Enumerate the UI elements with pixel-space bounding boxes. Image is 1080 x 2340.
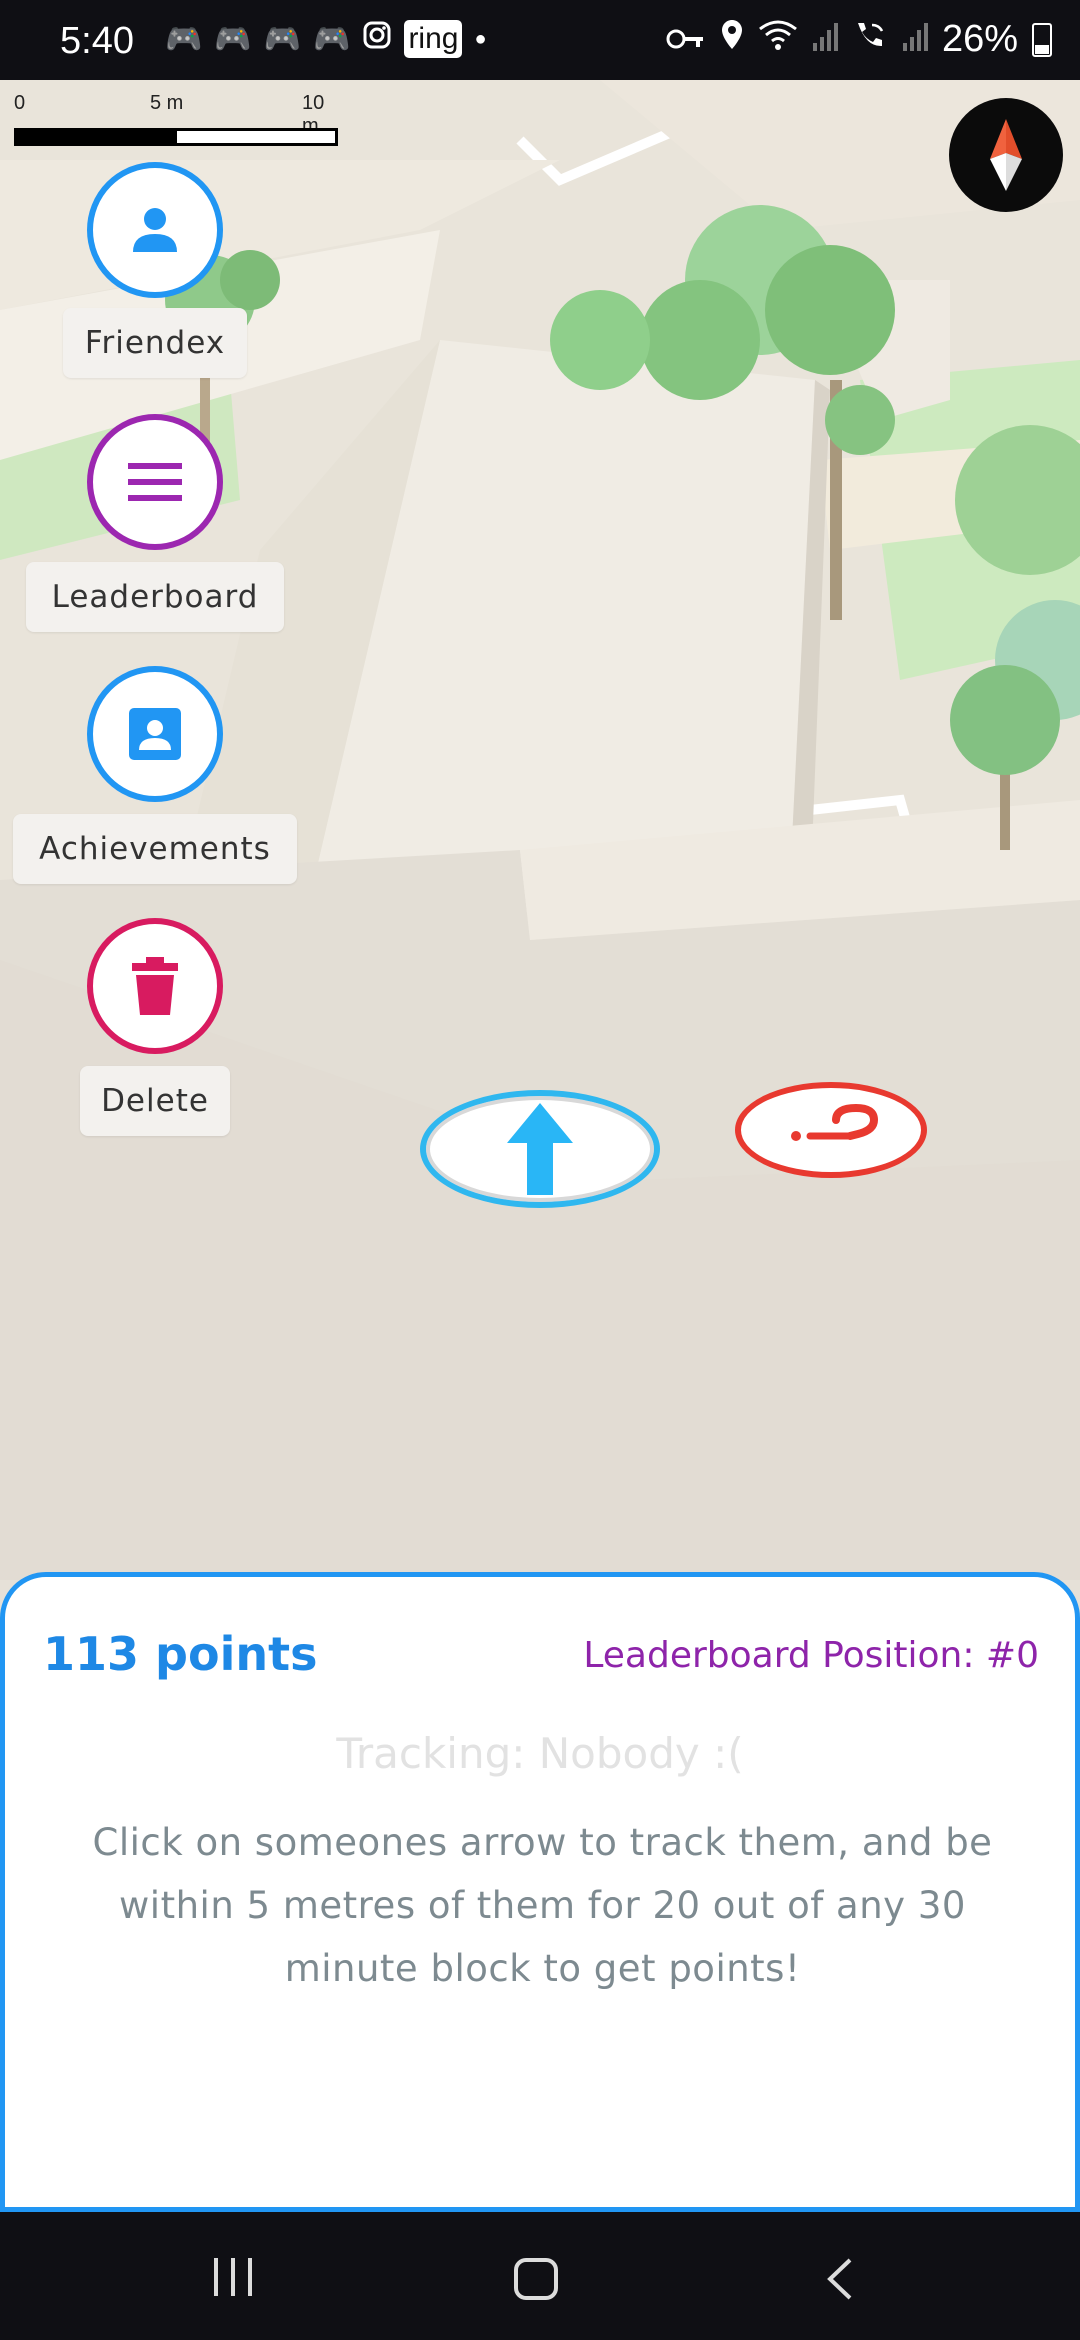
contact-card-icon — [129, 708, 181, 760]
instructions-text: Click on someones arrow to track them, a… — [92, 1821, 993, 1990]
wifi-icon — [758, 18, 798, 61]
arrow-up-icon — [507, 1103, 573, 1195]
info-panel: 113 points Leaderboard Position: #0 Trac… — [0, 1572, 1080, 2212]
location-icon — [720, 18, 744, 61]
notification-icons: 🎮 🎮 🎮 🎮 ring ● — [165, 20, 487, 58]
delete-label[interactable]: Delete — [80, 1066, 230, 1136]
compass-needle-icon — [990, 119, 1022, 191]
scale-bar — [14, 128, 338, 146]
achievements-button[interactable] — [87, 666, 223, 802]
battery-text: 26% — [941, 18, 1018, 60]
back-button[interactable] — [822, 2256, 856, 2306]
wifi-calling-icon — [852, 18, 888, 61]
trash-icon — [132, 957, 178, 1015]
home-button[interactable] — [512, 2256, 560, 2306]
tracking-status: Tracking: Nobody :( — [336, 1729, 744, 1778]
scale-label-5m: 5 m — [150, 92, 184, 114]
leaderboard-position: Leaderboard Position: #0 — [583, 1635, 1039, 1676]
discord-icon: 🎮 — [214, 22, 252, 56]
map-scale: 0 5 m 10 m — [12, 92, 338, 152]
discord-icon: 🎮 — [165, 22, 203, 56]
discord-icon: 🎮 — [263, 22, 302, 56]
person-icon — [133, 208, 177, 252]
dot-icon: ● — [474, 27, 487, 50]
leaderboard-button[interactable] — [87, 414, 223, 550]
delete-button[interactable] — [87, 918, 223, 1054]
leaderboard-label[interactable]: Leaderboard — [26, 562, 284, 632]
recents-button[interactable] — [210, 2256, 256, 2302]
back-icon — [827, 2258, 852, 2300]
system-icons: 26% — [666, 18, 1052, 61]
user-arrow-marker[interactable] — [420, 1090, 660, 1208]
signal-icon — [812, 18, 838, 61]
recents-icon — [214, 2258, 252, 2296]
vpn-key-icon — [666, 18, 706, 61]
ring-icon: ring — [404, 20, 463, 58]
status-time: 5:40 — [60, 20, 134, 62]
discord-icon: 🎮 — [313, 22, 351, 56]
unknown-user-marker[interactable] — [735, 1082, 927, 1178]
signal-icon — [902, 18, 928, 61]
question-mark-icon — [791, 1103, 879, 1141]
scale-label-0: 0 — [14, 92, 26, 114]
compass-button[interactable] — [949, 98, 1063, 212]
battery-icon — [1032, 22, 1052, 57]
friendex-button[interactable] — [87, 162, 223, 298]
status-bar: 5:40 🎮 🎮 🎮 🎮 ring ● 26% — [0, 0, 1080, 80]
achievements-label[interactable]: Achievements — [13, 814, 297, 884]
instagram-icon — [362, 20, 392, 58]
points-display: 113 points — [43, 1627, 318, 1681]
menu-lines-icon — [128, 463, 182, 501]
friendex-label[interactable]: Friendex — [63, 308, 247, 378]
home-icon — [514, 2258, 558, 2300]
navigation-bar — [0, 2212, 1080, 2340]
